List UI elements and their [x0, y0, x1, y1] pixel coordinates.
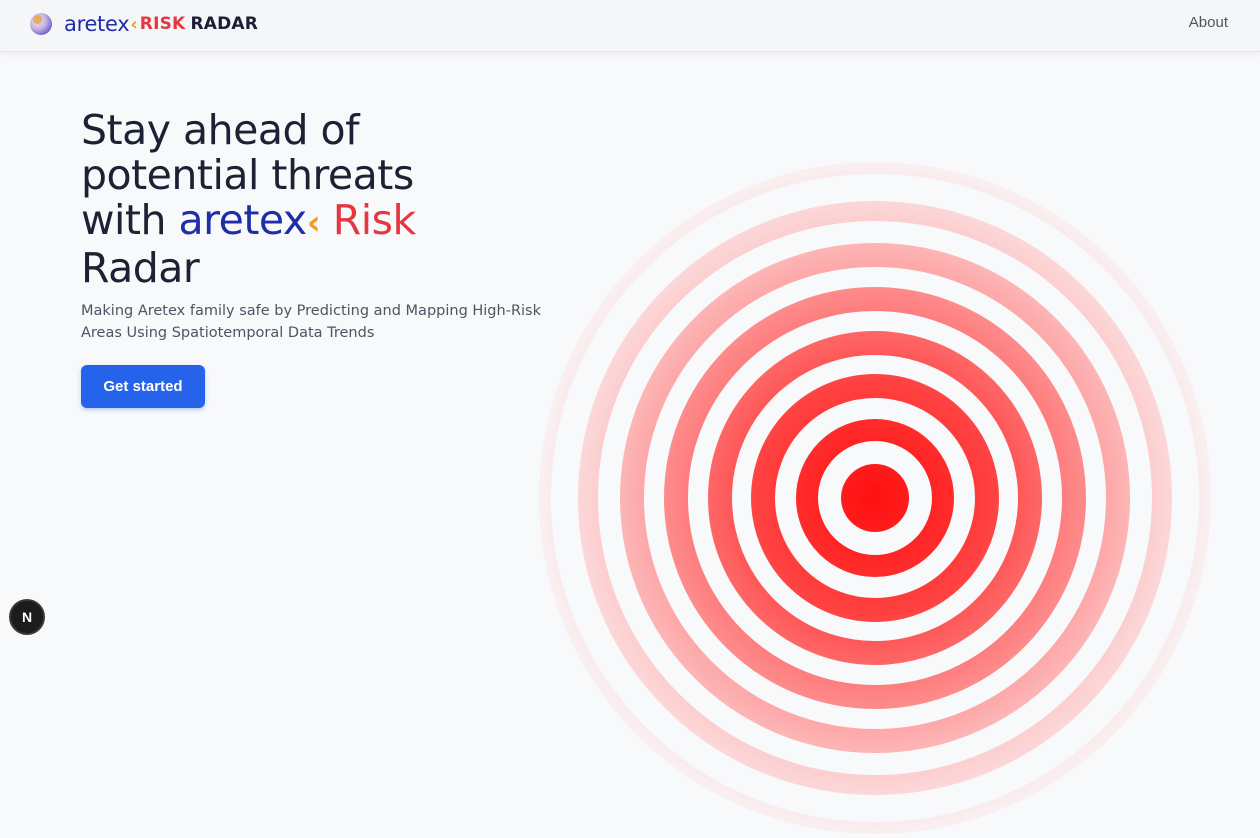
nextjs-icon: N [21, 609, 33, 625]
navbar: aretex ‹ RISK RADAR About [0, 0, 1260, 52]
hero-subtitle: Making Aretex family safe by Predicting … [81, 303, 541, 341]
hero-title-radar: Radar [81, 244, 200, 292]
brand-home-link[interactable]: aretex ‹ RISK RADAR [30, 11, 258, 37]
brand-risk-text: RISK [139, 14, 186, 34]
hero-title-with: with [81, 196, 167, 244]
hero-title-chevron: ‹ [306, 203, 321, 243]
aretex-logo-icon [30, 13, 52, 35]
hero-title-line2: potential threats [81, 151, 414, 199]
nextjs-dev-badge[interactable]: N [9, 599, 45, 635]
hero-title-risk: Risk [332, 196, 416, 244]
brand-radar-text: RADAR [190, 14, 259, 34]
brand-aretex-text: aretex [64, 12, 130, 36]
radar-core [841, 464, 909, 532]
nav-about-link[interactable]: About [1189, 14, 1228, 31]
hero-title-line1: Stay ahead of [81, 106, 360, 154]
get-started-button[interactable]: Get started [81, 365, 205, 408]
radar-rings-graphic [539, 162, 1211, 834]
brand-chevron: ‹ [130, 13, 138, 35]
hero-title: Stay ahead of potential threats with are… [81, 108, 501, 291]
hero-title-aretex: aretex [178, 196, 308, 244]
